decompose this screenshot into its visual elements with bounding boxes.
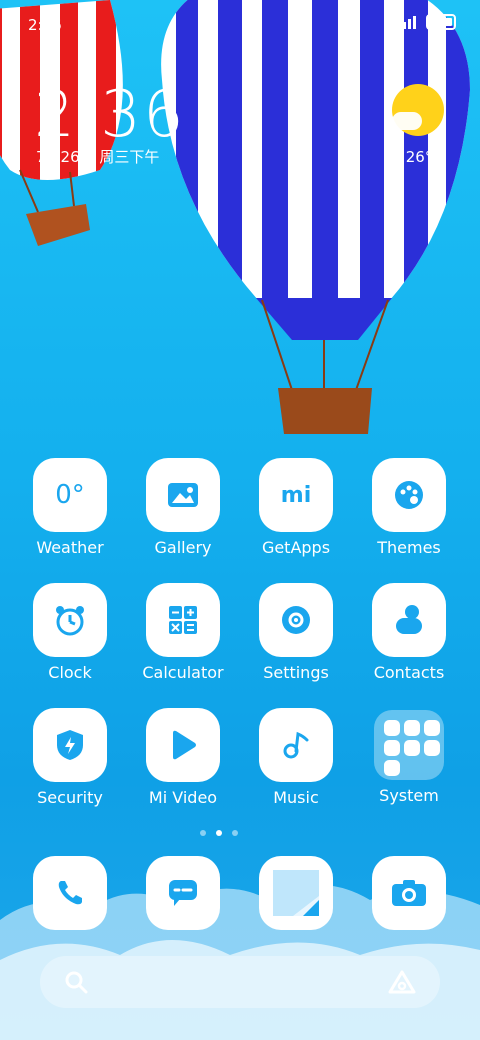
app-contacts[interactable]: Contacts xyxy=(354,583,464,682)
app-label: Clock xyxy=(48,663,92,682)
app-themes[interactable]: Themes xyxy=(354,458,464,557)
page-dot[interactable] xyxy=(200,830,206,836)
getapps-icon: mi xyxy=(259,458,333,532)
app-label: Settings xyxy=(263,663,329,682)
app-mi-video[interactable]: Mi Video xyxy=(128,708,238,807)
phone-icon xyxy=(33,856,107,930)
app-music[interactable]: Music xyxy=(241,708,351,807)
clock-icon xyxy=(33,583,107,657)
clock-widget[interactable]: 2:36 xyxy=(34,78,186,152)
app-system-folder[interactable]: System xyxy=(354,708,464,805)
app-gallery[interactable]: Gallery xyxy=(128,458,238,557)
weather-icon: 0° xyxy=(33,458,107,532)
settings-icon xyxy=(259,583,333,657)
app-security[interactable]: Security xyxy=(15,708,125,807)
calculator-icon xyxy=(146,583,220,657)
security-icon xyxy=(33,708,107,782)
status-indicators xyxy=(398,14,456,30)
app-label: Mi Video xyxy=(148,788,218,807)
dock-camera[interactable] xyxy=(354,856,464,930)
app-label: Contacts xyxy=(373,663,445,682)
app-clock[interactable]: Clock xyxy=(15,583,125,682)
blue-balloon xyxy=(161,0,470,434)
notes-icon xyxy=(259,856,333,930)
search-icon[interactable] xyxy=(64,970,88,994)
themes-icon xyxy=(372,458,446,532)
status-time: 2:36 xyxy=(28,16,62,34)
app-label: Music xyxy=(273,788,319,807)
mivideo-icon xyxy=(146,708,220,782)
page-dot-active[interactable] xyxy=(216,830,222,836)
search-bar[interactable] xyxy=(40,956,440,1008)
contacts-icon xyxy=(372,583,446,657)
app-calculator[interactable]: Calculator xyxy=(128,583,238,682)
dock-messages[interactable] xyxy=(128,856,238,930)
dock-notes[interactable] xyxy=(241,856,351,930)
app-label: Weather xyxy=(36,538,104,557)
folder-icon xyxy=(374,710,444,780)
app-label: System xyxy=(379,786,439,805)
date-text: 7月26日 周三下午 xyxy=(36,148,160,166)
dock-phone[interactable] xyxy=(15,856,125,930)
app-label: Security xyxy=(37,788,103,807)
app-label: Calculator xyxy=(142,663,224,682)
app-label: Themes xyxy=(377,538,441,557)
app-label: GetApps xyxy=(261,538,331,557)
app-label: Gallery xyxy=(154,538,212,557)
cloud-icon xyxy=(392,112,422,130)
app-settings[interactable]: Settings xyxy=(241,583,351,682)
gallery-icon xyxy=(146,458,220,532)
app-getapps[interactable]: mi GetApps xyxy=(241,458,351,557)
assistant-icon[interactable] xyxy=(388,970,416,994)
messages-icon xyxy=(146,856,220,930)
music-icon xyxy=(259,708,333,782)
weather-text: 晴 26°C xyxy=(386,148,443,166)
wallpaper-balloons xyxy=(0,0,470,434)
app-weather[interactable]: 0° Weather xyxy=(15,458,125,557)
page-dot[interactable] xyxy=(232,830,238,836)
page-indicator[interactable] xyxy=(200,830,238,836)
battery-icon xyxy=(426,14,456,30)
signal-icon xyxy=(398,15,416,29)
camera-icon xyxy=(372,856,446,930)
